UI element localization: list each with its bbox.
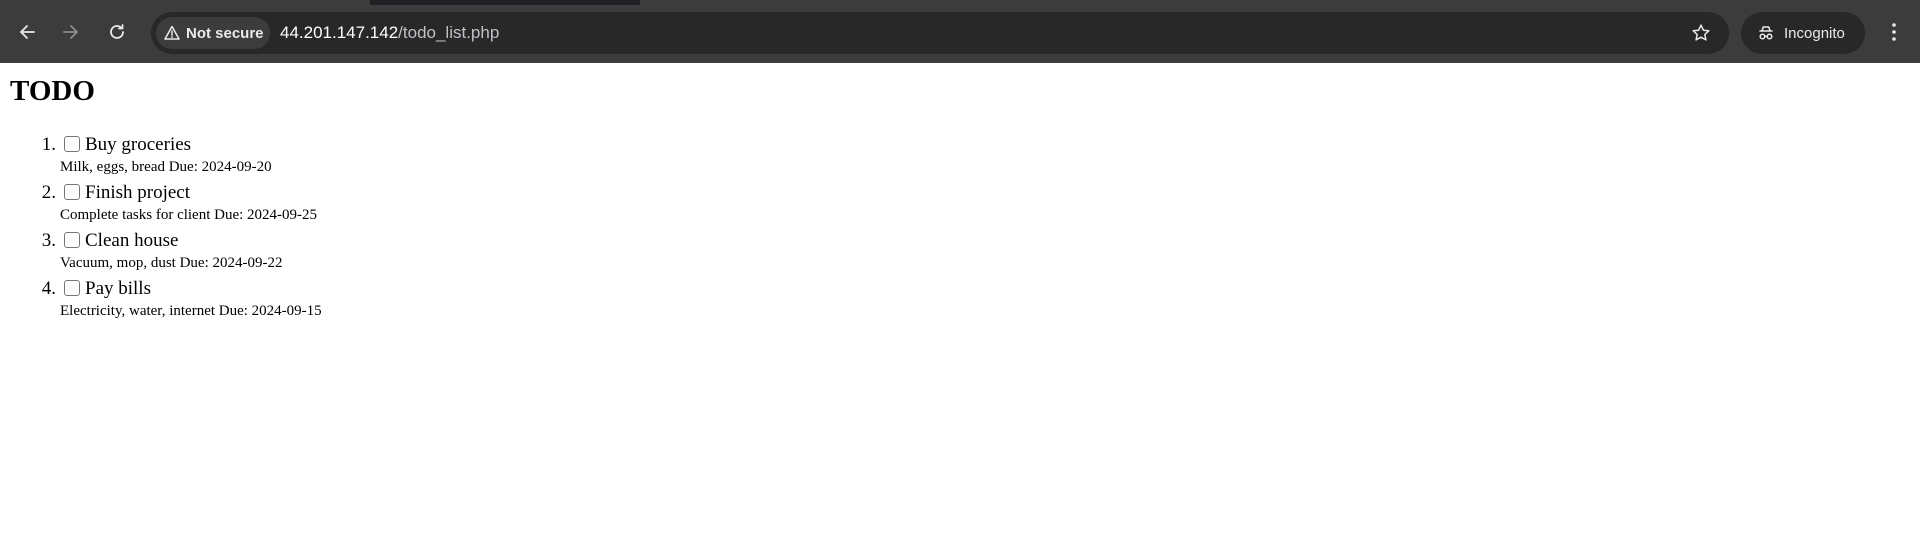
url-path: /todo_list.php [398, 23, 500, 42]
inactive-tab-edge [640, 0, 1920, 5]
back-button[interactable] [11, 16, 43, 48]
item-number: 2. [41, 182, 56, 203]
todo-title: Clean house [85, 230, 179, 251]
arrow-right-icon [63, 25, 78, 39]
browser-toolbar: Not secure 44.201.147.142/todo_list.php … [0, 0, 1920, 63]
todo-title: Pay bills [85, 278, 151, 299]
todo-item: 2. Finish project Complete tasks for cli… [0, 181, 600, 229]
star-icon [1692, 24, 1710, 41]
url-host: 44.201.147.142 [280, 23, 399, 42]
page-title: TODO [10, 75, 95, 107]
active-tab-edge [0, 0, 370, 5]
kebab-menu-icon [1892, 23, 1896, 41]
site-security-chip[interactable]: Not secure [156, 17, 270, 49]
warning-triangle-icon [164, 25, 180, 40]
todo-title: Finish project [85, 182, 191, 203]
todo-checkbox[interactable] [64, 136, 80, 152]
todo-details: Vacuum, mop, dust Due: 2024-09-22 [60, 255, 283, 271]
incognito-profile-button[interactable]: Incognito [1741, 12, 1865, 54]
arrow-left-icon [20, 25, 35, 39]
incognito-label: Incognito [1784, 24, 1845, 42]
incognito-icon [1759, 26, 1773, 40]
todo-details: Electricity, water, internet Due: 2024-0… [60, 303, 322, 319]
forward-button[interactable] [55, 16, 87, 48]
todo-details: Milk, eggs, bread Due: 2024-09-20 [60, 159, 272, 175]
todo-item: 3. Clean house Vacuum, mop, dust Due: 20… [0, 229, 600, 277]
reload-icon [110, 24, 124, 39]
bookmark-button[interactable] [1685, 17, 1717, 49]
page-content: TODO 1. Buy groceries Milk, eggs, bread … [0, 63, 1920, 535]
todo-title: Buy groceries [85, 134, 192, 155]
todo-details: Complete tasks for client Due: 2024-09-2… [60, 207, 318, 223]
reload-button[interactable] [101, 16, 133, 48]
item-number: 1. [41, 134, 56, 155]
todo-checkbox[interactable] [64, 184, 80, 200]
todo-list: 1. Buy groceries Milk, eggs, bread Due: … [0, 133, 600, 325]
item-number: 4. [41, 278, 56, 299]
todo-item: 4. Pay bills Electricity, water, interne… [0, 277, 600, 325]
item-number: 3. [41, 230, 56, 251]
todo-checkbox[interactable] [64, 232, 80, 248]
browser-menu-button[interactable] [1878, 16, 1910, 48]
security-label: Not secure [186, 24, 264, 42]
todo-checkbox[interactable] [64, 280, 80, 296]
url-text[interactable]: 44.201.147.142/todo_list.php [280, 12, 499, 54]
address-bar[interactable]: Not secure 44.201.147.142/todo_list.php [151, 12, 1729, 54]
todo-item: 1. Buy groceries Milk, eggs, bread Due: … [0, 133, 600, 181]
